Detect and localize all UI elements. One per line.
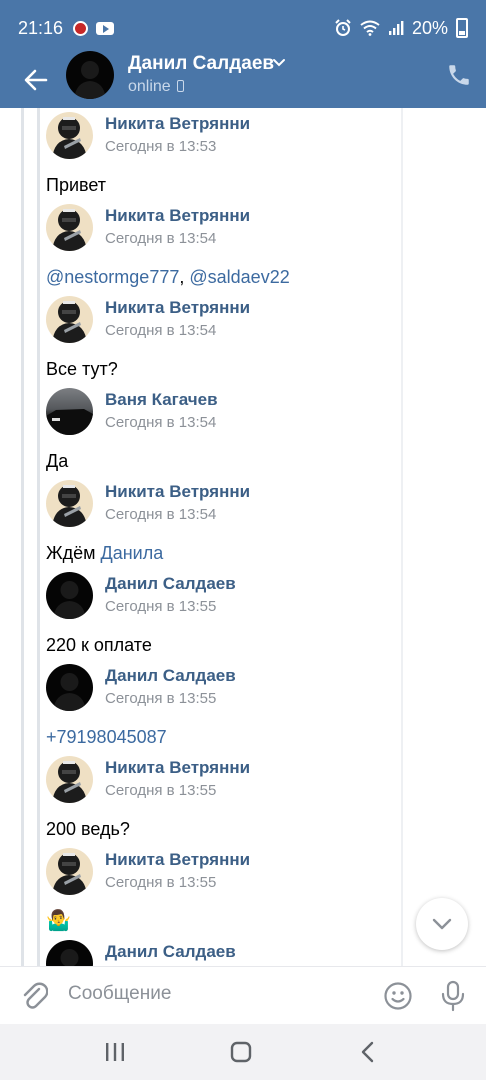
author-name[interactable]: Никита Ветрянни <box>105 482 250 502</box>
message-input[interactable]: Сообщение <box>68 983 171 1005</box>
avatar[interactable] <box>46 756 93 803</box>
phone-icon[interactable] <box>446 62 472 88</box>
message-header: Данил Салдаев <box>46 940 386 966</box>
message-header: Данил Салдаев Сегодня в 13:55 <box>46 664 386 712</box>
chevron-down-icon[interactable] <box>272 58 286 68</box>
author-name[interactable]: Никита Ветрянни <box>105 298 250 318</box>
forward-line <box>37 108 40 966</box>
author-name[interactable]: Никита Ветрянни <box>105 758 250 778</box>
back-arrow-icon <box>24 69 48 91</box>
mention-link[interactable]: @nestormge777 <box>46 267 179 287</box>
status-bar: 21:16 20% <box>0 0 486 56</box>
mobile-device-icon <box>176 80 184 92</box>
mention-link[interactable]: Данила <box>101 543 164 563</box>
avatar[interactable] <box>46 480 93 527</box>
chat-avatar[interactable] <box>66 51 114 99</box>
message-time: Сегодня в 13:54 <box>105 506 217 523</box>
chat-status: online <box>128 78 184 96</box>
message-text: 220 к оплате <box>46 635 152 655</box>
chat-title[interactable]: Данил Салдаев <box>128 53 274 75</box>
system-nav-bar <box>0 1024 486 1080</box>
author-name[interactable]: Ваня Кагачев <box>105 390 218 410</box>
message-header: Никита Ветрянни Сегодня в 13:54 <box>46 204 386 252</box>
avatar[interactable] <box>46 204 93 251</box>
author-name[interactable]: Никита Ветрянни <box>105 206 250 226</box>
message-text: Все тут? <box>46 359 118 379</box>
signal-icon <box>388 21 404 35</box>
message-header: Никита Ветрянни Сегодня в 13:55 <box>46 756 386 804</box>
author-name[interactable]: Данил Салдаев <box>105 574 236 594</box>
mention-link[interactable]: @saldaev22 <box>189 267 289 287</box>
message-time: Сегодня в 13:55 <box>105 782 217 799</box>
message-composer: Сообщение <box>0 966 486 1024</box>
message-header: Данил Салдаев Сегодня в 13:55 <box>46 572 386 620</box>
alarm-icon <box>335 19 351 36</box>
youtube-icon <box>96 21 115 35</box>
recent-apps-icon[interactable] <box>104 1042 126 1062</box>
message-text: Да <box>46 451 69 471</box>
phone-link[interactable]: +79198045087 <box>46 727 167 748</box>
message-text: 200 ведь? <box>46 819 130 839</box>
author-name[interactable]: Данил Салдаев <box>105 942 236 962</box>
divider <box>401 108 403 966</box>
notification-dot-icon <box>73 20 89 36</box>
author-name[interactable]: Никита Ветрянни <box>105 114 250 134</box>
home-icon[interactable] <box>230 1041 252 1063</box>
back-button[interactable] <box>18 62 54 98</box>
chat-header: Данил Салдаев online <box>0 51 486 108</box>
battery-icon <box>456 18 468 38</box>
scroll-down-button[interactable] <box>416 898 468 950</box>
message-time: Сегодня в 13:53 <box>105 138 217 155</box>
avatar[interactable] <box>46 940 93 966</box>
emoji-message: 🤷‍♂️ <box>46 910 71 932</box>
battery-percent: 20% <box>411 17 448 38</box>
message-list[interactable]: Никита Ветрянни Сегодня в 13:53 Привет Н… <box>0 108 486 966</box>
message-time: Сегодня в 13:54 <box>105 322 217 339</box>
message-time: Сегодня в 13:54 <box>105 230 217 247</box>
chevron-down-icon <box>432 918 452 930</box>
message-time: Сегодня в 13:55 <box>105 690 217 707</box>
message-time: Сегодня в 13:55 <box>105 598 217 615</box>
message-text: @nestormge777, @saldaev22 <box>46 267 290 287</box>
wifi-icon <box>360 20 380 36</box>
emoji-icon[interactable] <box>383 981 413 1011</box>
attach-icon[interactable] <box>20 981 48 1011</box>
message-header: Ваня Кагачев Сегодня в 13:54 <box>46 388 386 436</box>
status-time: 21:16 <box>18 17 64 38</box>
message-text: Привет <box>46 175 107 195</box>
avatar[interactable] <box>46 572 93 619</box>
avatar[interactable] <box>46 664 93 711</box>
message-header: Никита Ветрянни Сегодня в 13:54 <box>46 296 386 344</box>
author-name[interactable]: Никита Ветрянни <box>105 850 250 870</box>
message-text: Ждём Данила <box>46 543 164 563</box>
forward-line <box>21 108 24 966</box>
avatar[interactable] <box>46 112 93 159</box>
nav-back-icon[interactable] <box>359 1041 377 1063</box>
avatar[interactable] <box>46 388 93 435</box>
avatar[interactable] <box>46 848 93 895</box>
message-header: Никита Ветрянни Сегодня в 13:55 <box>46 848 386 896</box>
message-time: Сегодня в 13:55 <box>105 874 217 891</box>
message-header: Никита Ветрянни Сегодня в 13:54 <box>46 480 386 528</box>
author-name[interactable]: Данил Салдаев <box>105 666 236 686</box>
avatar[interactable] <box>46 296 93 343</box>
message-header: Никита Ветрянни Сегодня в 13:53 <box>46 112 386 160</box>
message-time: Сегодня в 13:54 <box>105 414 217 431</box>
microphone-icon[interactable] <box>440 980 466 1012</box>
